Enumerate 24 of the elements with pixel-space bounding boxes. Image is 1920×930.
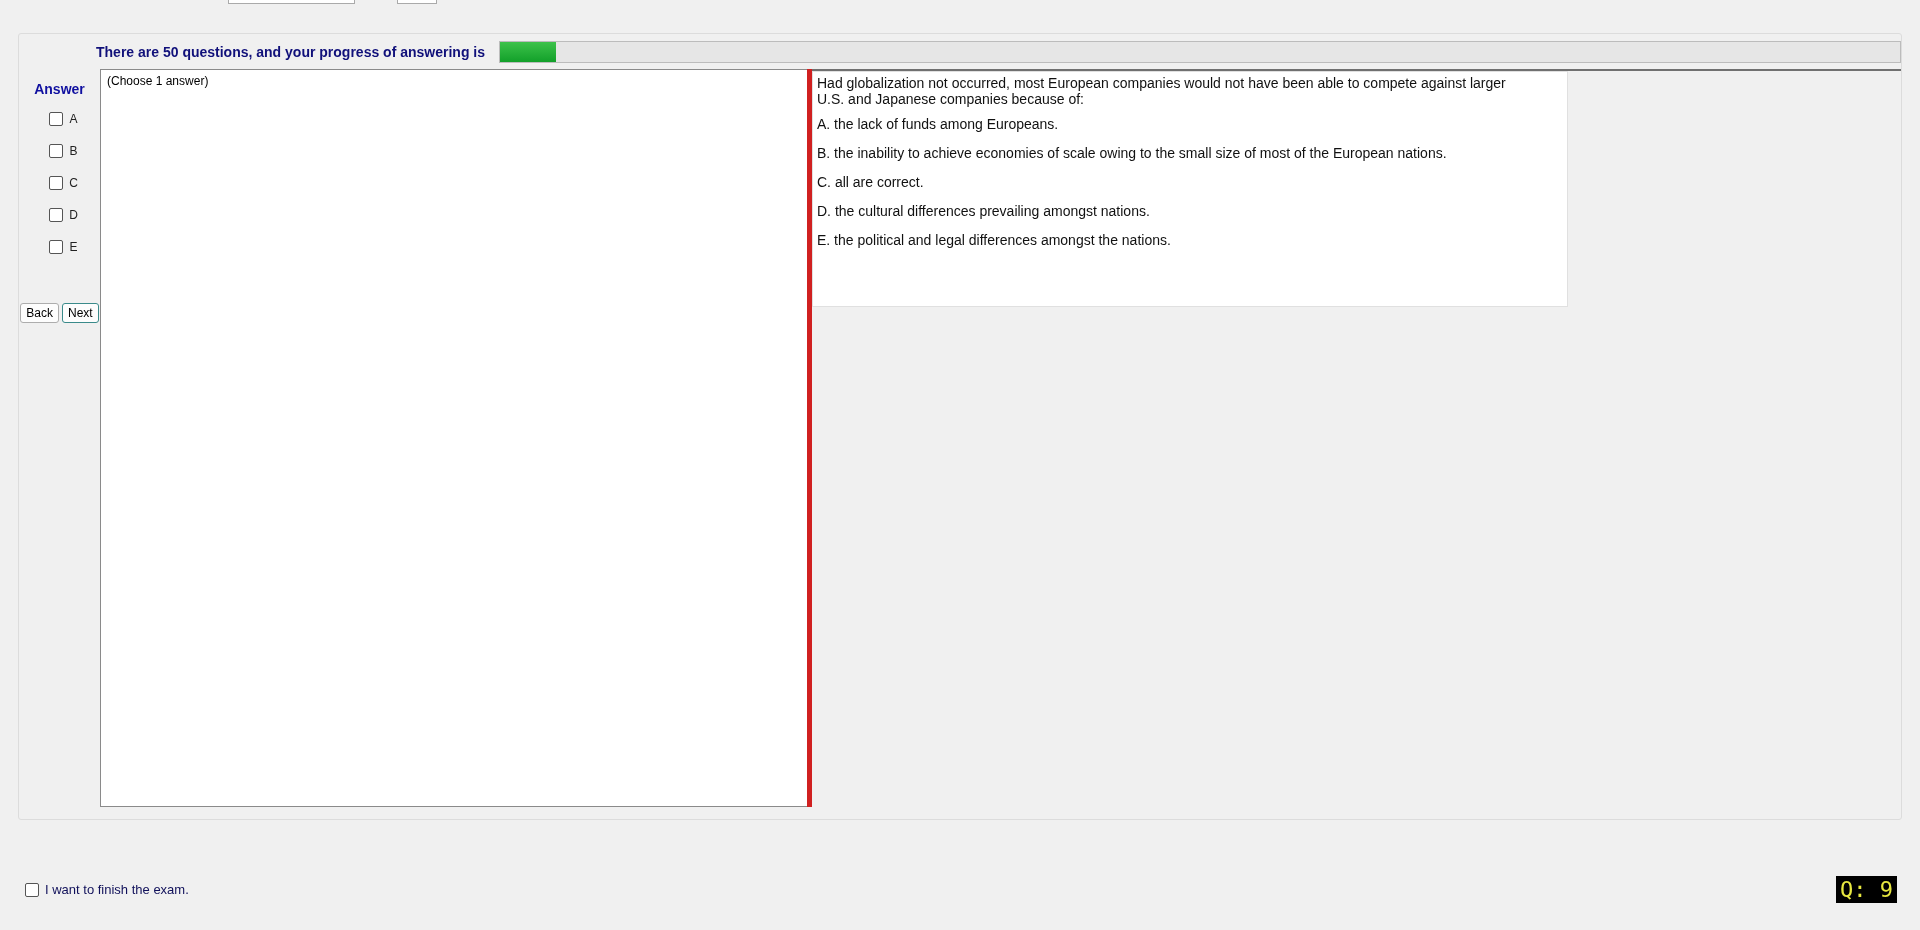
choice-text: A. the lack of funds among Europeans.	[817, 116, 1060, 132]
question-counter: Q: 9	[1836, 876, 1897, 903]
option-label: A	[69, 112, 78, 126]
instruction-text: (Choose 1 answer)	[107, 74, 210, 88]
answer-checkbox[interactable]	[49, 144, 64, 158]
finish-label: I want to finish the exam.	[45, 882, 189, 897]
answer-checkbox[interactable]	[49, 112, 64, 126]
answer-checkbox[interactable]	[49, 176, 64, 190]
progress-label: There are 50 questions, and your progress of answering is	[96, 43, 485, 60]
option-label: D	[69, 208, 78, 222]
next-button[interactable]: Next	[62, 303, 99, 323]
answer-heading: Answer	[34, 81, 85, 97]
option-label: B	[69, 144, 78, 158]
choice-text: B. the inability to achieve economies of scale owing to the small size of most of the European nations.	[817, 145, 1448, 161]
choice-text: E. the political and legal differences amongst the nations.	[817, 232, 1172, 248]
option-label: C	[69, 176, 78, 190]
question-text: Had globalization not occurred, most European companies would not have been able to compete against larger U.S. and Japanese companies because of:	[817, 75, 1507, 107]
finish-checkbox[interactable]	[25, 882, 39, 897]
answer-checkbox[interactable]	[49, 208, 64, 222]
answer-checkbox[interactable]	[49, 240, 64, 254]
option-label: E	[69, 240, 78, 254]
choice-text: D. the cultural differences prevailing amongst nations.	[817, 203, 1151, 219]
back-button[interactable]: Back	[20, 303, 59, 323]
choice-text: C. all are correct.	[817, 174, 925, 190]
